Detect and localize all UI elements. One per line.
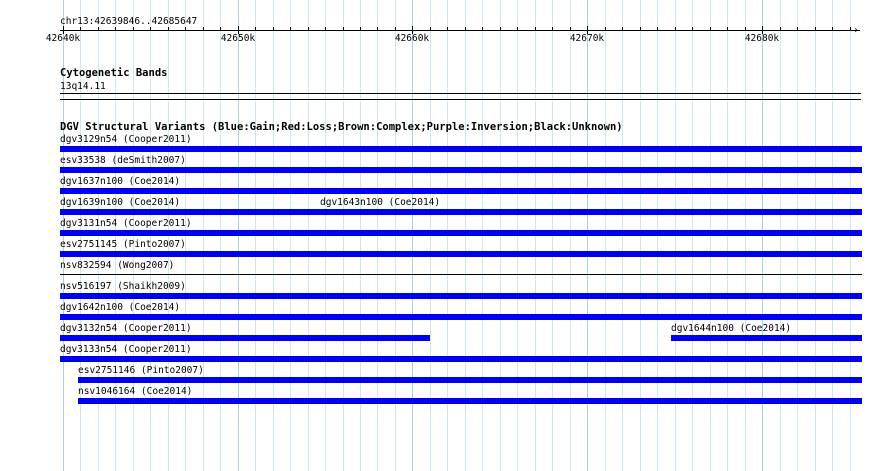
ruler-tick-mark: [325, 27, 326, 31]
ruler-tick-mark: [255, 27, 256, 31]
ruler-tick-mark: [133, 27, 134, 31]
ruler-tick-mark: [80, 27, 81, 31]
ruler-tick-mark: [290, 27, 291, 31]
ruler-tick-mark: [797, 27, 798, 31]
genome-browser-panel: chr13:42639846..42685647 42640k 42650k 426…: [0, 0, 890, 471]
dgv-track-title: DGV Structural Variants (Blue:Gain;Red:L…: [60, 121, 623, 133]
ruler-tick-mark: [675, 27, 676, 31]
ruler-tick-mark: [150, 27, 151, 31]
dgv-feature-bar[interactable]: [60, 230, 862, 236]
ruler-tick-mark: [517, 27, 518, 31]
dgv-feature-bar[interactable]: [60, 314, 862, 320]
dgv-feature-label: nsv516197 (Shaikh2009): [60, 281, 186, 292]
ruler-tick-mark: [360, 27, 361, 31]
cytoband-label: 13q14.11: [60, 81, 106, 92]
ruler-arrow-icon: ›: [853, 25, 860, 36]
ruler-tick-mark: [780, 27, 781, 31]
dgv-feature-label: dgv1637n100 (Coe2014): [60, 176, 181, 187]
dgv-feature-label: esv33538 (deSmith2007): [60, 155, 186, 166]
dgv-feature-label: dgv3129n54 (Cooper2011): [60, 134, 192, 145]
ruler-line: [60, 30, 860, 31]
dgv-feature-label: esv2751145 (Pinto2007): [60, 239, 186, 250]
ruler-tick-mark: [832, 27, 833, 31]
ruler-tick-label: 42640k: [45, 33, 81, 44]
dgv-feature-label: esv2751146 (Pinto2007): [78, 365, 204, 376]
ruler-tick-mark: [343, 27, 344, 31]
dgv-feature-label: dgv3131n54 (Cooper2011): [60, 218, 192, 229]
dgv-feature-label: dgv1643n100 (Coe2014): [320, 197, 441, 208]
dgv-feature-label: dgv1642n100 (Coe2014): [60, 302, 181, 313]
ruler-tick-mark: [377, 27, 378, 31]
dgv-feature-label: dgv1639n100 (Coe2014): [60, 197, 181, 208]
ruler-tick-mark: [727, 27, 728, 31]
dgv-feature-bar[interactable]: [78, 398, 862, 404]
ruler-tick-mark: [850, 27, 851, 31]
ruler-tick-mark: [692, 27, 693, 31]
ruler-tick-mark: [465, 27, 466, 31]
ruler-tick-label: 42660k: [394, 33, 430, 44]
dgv-feature-bar[interactable]: [60, 251, 862, 257]
dgv-feature-bar[interactable]: [320, 209, 862, 215]
ruler-tick-mark: [657, 27, 658, 31]
ruler-tick-label: 42670k: [569, 33, 605, 44]
location-label: chr13:42639846..42685647: [60, 16, 198, 27]
ruler-tick-mark: [552, 27, 553, 31]
ruler-tick-label: 42650k: [220, 33, 256, 44]
ruler-tick-mark: [220, 27, 221, 31]
dgv-feature-bar[interactable]: [60, 188, 862, 194]
ruler-tick-mark: [710, 27, 711, 31]
dgv-feature-bar[interactable]: [60, 356, 862, 362]
dgv-feature-bar[interactable]: [60, 293, 862, 299]
ruler-tick-mark: [500, 27, 501, 31]
ruler-tick-mark: [605, 27, 606, 31]
ruler-tick-mark: [203, 27, 204, 31]
ruler-tick-mark: [745, 27, 746, 31]
dgv-feature-bar[interactable]: [78, 377, 862, 383]
dgv-feature-bar[interactable]: [60, 167, 862, 173]
ruler-tick-mark: [168, 27, 169, 31]
dgv-feature-bar[interactable]: [60, 335, 430, 341]
ruler-tick-mark: [185, 27, 186, 31]
ruler-tick-mark: [640, 27, 641, 31]
ruler-tick-mark: [430, 27, 431, 31]
dgv-feature-bar[interactable]: [60, 146, 862, 152]
ruler-tick-mark: [273, 27, 274, 31]
cytoband-line-top: [60, 93, 861, 94]
ruler-tick-mark: [395, 27, 396, 31]
ruler-tick-mark: [98, 27, 99, 31]
ruler-tick-mark: [535, 27, 536, 31]
ruler-tick-mark: [482, 27, 483, 31]
ruler-tick-mark: [622, 27, 623, 31]
ruler-tick-mark: [115, 27, 116, 31]
dgv-feature-label: dgv3133n54 (Cooper2011): [60, 344, 192, 355]
dgv-feature-label: nsv1046164 (Coe2014): [78, 386, 193, 397]
ruler-tick-mark: [570, 27, 571, 31]
dgv-feature-label: nsv832594 (Wong2007): [60, 260, 175, 271]
ruler-tick-mark: [308, 27, 309, 31]
dgv-feature-bar[interactable]: [671, 335, 862, 341]
ruler-tick-mark: [815, 27, 816, 31]
dgv-feature-bar[interactable]: [60, 274, 862, 275]
cytoband-line-bottom: [60, 99, 861, 100]
ruler-tick-mark: [447, 27, 448, 31]
dgv-feature-label: dgv1644n100 (Coe2014): [671, 323, 792, 334]
dgv-feature-label: dgv3132n54 (Cooper2011): [60, 323, 192, 334]
ruler-tick-label: 42680k: [744, 33, 780, 44]
cytoband-track-title: Cytogenetic Bands: [60, 67, 168, 79]
